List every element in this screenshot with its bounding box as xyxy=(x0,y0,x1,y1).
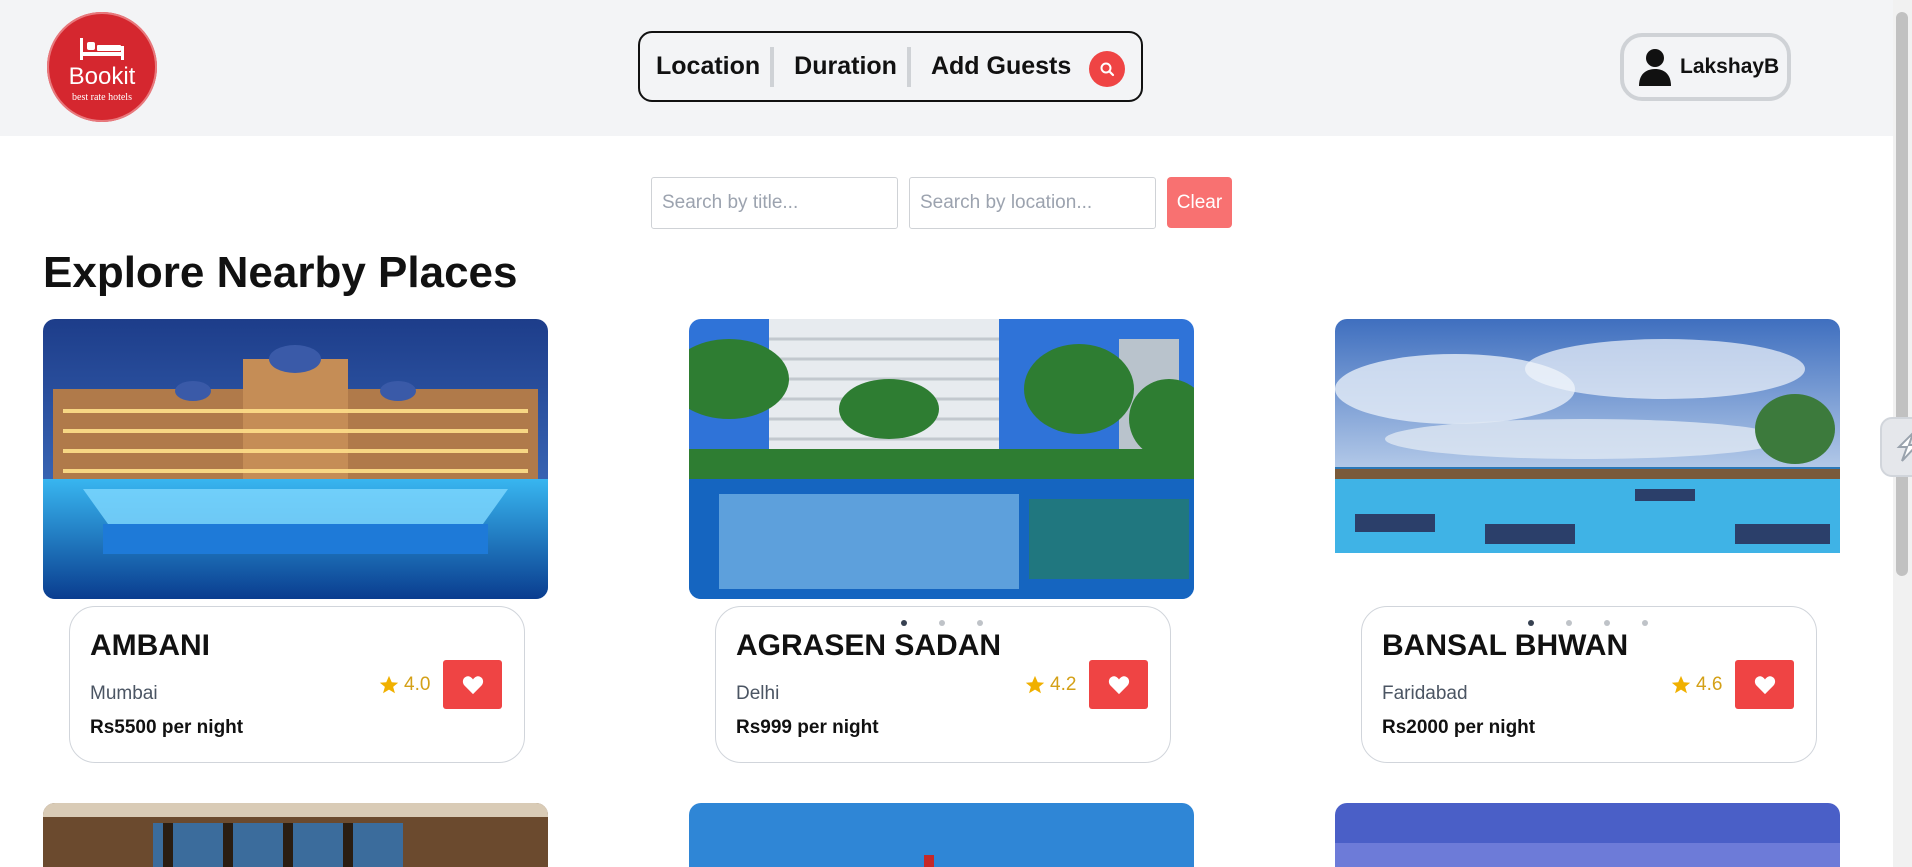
place-location: Mumbai xyxy=(90,683,158,704)
carousel-dots[interactable] xyxy=(1528,620,1648,626)
carousel-dot[interactable] xyxy=(1604,620,1610,626)
star-icon xyxy=(379,675,399,694)
place-location: Faridabad xyxy=(1382,683,1468,704)
user-menu-button[interactable]: LakshayB xyxy=(1620,33,1791,101)
place-rating: 4.0 xyxy=(378,674,430,696)
carousel-dot[interactable] xyxy=(1566,620,1572,626)
place-image[interactable] xyxy=(43,319,548,599)
heart-icon xyxy=(1754,675,1775,694)
divider xyxy=(906,46,911,87)
place-image[interactable] xyxy=(1335,319,1840,553)
bed-icon xyxy=(80,38,124,60)
place-image[interactable] xyxy=(1335,803,1840,867)
star-icon xyxy=(1025,675,1045,694)
favorite-button[interactable] xyxy=(1089,660,1148,709)
place-card[interactable]: BANSAL BHWAN Faridabad Rs2000 per night … xyxy=(1361,606,1817,763)
place-image[interactable] xyxy=(689,319,1194,599)
favorite-button[interactable] xyxy=(443,660,502,709)
carousel-dot[interactable] xyxy=(1528,620,1534,626)
username: LakshayB xyxy=(1680,55,1780,78)
star-icon xyxy=(1671,675,1691,694)
heart-icon xyxy=(1108,675,1129,694)
rating-value: 4.2 xyxy=(1050,674,1077,695)
clear-button[interactable]: Clear xyxy=(1167,177,1232,228)
bolt-icon xyxy=(1896,432,1912,462)
place-image[interactable] xyxy=(689,803,1194,867)
header-search-bar[interactable]: Location Duration Add Guests xyxy=(638,31,1143,102)
place-location: Delhi xyxy=(736,683,780,704)
page: Bookit best rate hotels Location Duratio… xyxy=(0,0,1912,867)
place-price: Rs5500 per night xyxy=(90,717,244,738)
place-card[interactable]: AGRASEN SADAN Delhi Rs999 per night 4.2 xyxy=(715,606,1171,763)
place-card[interactable]: AMBANI Mumbai Rs5500 per night 4.0 xyxy=(69,606,525,763)
rating-value: 4.6 xyxy=(1696,674,1723,695)
place-image[interactable] xyxy=(43,803,548,867)
logo[interactable]: Bookit best rate hotels xyxy=(47,12,157,122)
logo-tagline: best rate hotels xyxy=(72,92,132,103)
place-title: AGRASEN SADAN xyxy=(736,629,1002,662)
place-price: Rs2000 per night xyxy=(1382,717,1536,738)
rating-value: 4.0 xyxy=(404,674,431,695)
search-button[interactable] xyxy=(1089,51,1125,87)
location-search-input[interactable] xyxy=(909,177,1156,229)
carousel-dot[interactable] xyxy=(939,620,945,626)
user-icon xyxy=(1639,49,1671,86)
divider xyxy=(770,46,775,87)
place-rating: 4.2 xyxy=(1024,674,1076,696)
section-title: Explore Nearby Places xyxy=(43,248,518,297)
favorite-button[interactable] xyxy=(1735,660,1794,709)
search-icon xyxy=(1100,62,1115,77)
place-title: BANSAL BHWAN xyxy=(1382,629,1629,662)
place-price: Rs999 per night xyxy=(736,717,879,738)
carousel-dot[interactable] xyxy=(901,620,907,626)
search-location[interactable]: Location xyxy=(656,52,770,81)
place-rating: 4.6 xyxy=(1670,674,1722,696)
heart-icon xyxy=(462,675,483,694)
search-duration[interactable]: Duration xyxy=(794,52,907,81)
header: Bookit best rate hotels Location Duratio… xyxy=(0,0,1893,136)
side-widget-button[interactable] xyxy=(1880,417,1912,477)
search-guests[interactable]: Add Guests xyxy=(931,52,1081,81)
place-title: AMBANI xyxy=(90,629,210,662)
carousel-dots[interactable] xyxy=(901,620,983,626)
carousel-dot[interactable] xyxy=(1642,620,1648,626)
scrollbar-thumb[interactable] xyxy=(1896,12,1908,576)
logo-name: Bookit xyxy=(68,63,136,90)
carousel-dot[interactable] xyxy=(977,620,983,626)
title-search-input[interactable] xyxy=(651,177,898,229)
